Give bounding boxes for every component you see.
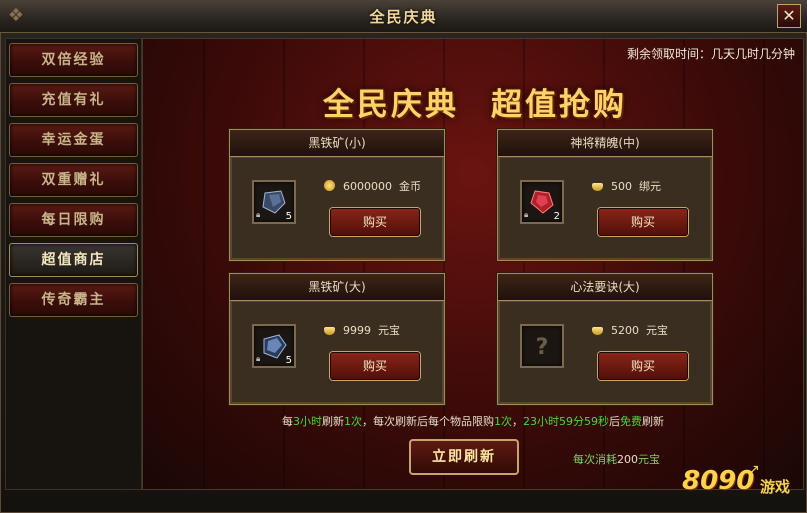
trend-arrow-icon: ↗ [748,462,760,478]
lock-icon: 🔒︎ [256,210,261,219]
item-price: 500 绑元 [592,178,661,194]
item-price: 9999 元宝 [324,322,400,338]
unknown-item-icon: ? [536,335,549,359]
countdown-text: 剩余领取时间：几天几时几分钟 [626,47,795,61]
shop-card: 神将精魄(中) 🔒︎ 2 500 绑元 购买 [497,129,713,261]
card-title: 心法要诀(大) [498,274,712,301]
bound-ingot-icon [592,183,603,191]
black-iron-ore-large-icon [263,334,287,359]
site-watermark-logo: 8090 ↗ 游戏 [682,462,791,496]
sidebar-item-daily-limit[interactable]: 每日限购 [9,203,138,237]
refresh-cost-text: 每次消耗200元宝 [573,453,660,466]
refresh-rule-text: 每3小时刷新1次，每次刷新后每个物品限购1次，23小时59分59秒后免费刷新 [282,415,664,428]
item-count: 2 [553,211,560,222]
buy-button[interactable]: 购买 [330,208,420,236]
sidebar-item-recharge-gift[interactable]: 充值有礼 [9,83,138,117]
gold-coin-icon [324,180,335,191]
ingot-icon [324,327,335,335]
buy-button[interactable]: 购买 [598,208,688,236]
lock-icon: 🔒︎ [524,210,529,219]
item-slot[interactable]: ? [520,324,564,368]
sidebar-item-legend-lord[interactable]: 传奇霸主 [9,283,138,317]
buy-button[interactable]: 购买 [598,352,688,380]
buy-button[interactable]: 购买 [330,352,420,380]
red-spirit-gem-icon [530,190,554,214]
card-title: 黑铁矿(大) [230,274,444,301]
card-title: 黑铁矿(小) [230,130,444,157]
shop-panel: 剩余领取时间：几天几时几分钟 全民庆典 超值抢购 黑铁矿(小) 🔒︎ 5 600… [142,38,804,490]
title-bar[interactable]: ❖ 全民庆典 ✕ [0,0,807,33]
item-slot[interactable]: 🔒︎ 5 [252,324,296,368]
banner-title-left: 全民庆典 [323,87,459,123]
ingot-icon [592,327,603,335]
window-title: 全民庆典 [369,8,438,26]
sidebar-item-value-shop[interactable]: 超值商店 [9,243,138,277]
event-window: ❖ 全民庆典 ✕ 双倍经验 充值有礼 幸运金蛋 双重赠礼 每日限购 超值商店 传… [0,0,807,513]
sidebar: 双倍经验 充值有礼 幸运金蛋 双重赠礼 每日限购 超值商店 传奇霸主 [5,38,142,490]
shop-card: 黑铁矿(大) 🔒︎ 5 9999 元宝 购买 [229,273,445,405]
item-slot[interactable]: 🔒︎ 5 [252,180,296,224]
item-count: 5 [285,211,292,222]
lock-icon: 🔒︎ [256,354,261,363]
shop-card: 黑铁矿(小) 🔒︎ 5 6000000 金币 购买 [229,129,445,261]
item-count: 5 [285,355,292,366]
sidebar-item-lucky-egg[interactable]: 幸运金蛋 [9,123,138,157]
item-price: 5200 元宝 [592,322,668,338]
shop-card: 心法要诀(大) ? 5200 元宝 购买 [497,273,713,405]
refresh-now-button[interactable]: 立即刷新 [409,439,519,475]
black-iron-ore-icon [262,190,286,214]
card-title: 神将精魄(中) [498,130,712,157]
svg-text:?: ? [536,335,549,359]
sidebar-item-double-exp[interactable]: 双倍经验 [9,43,138,77]
item-price: 6000000 金币 [324,178,421,194]
item-slot[interactable]: 🔒︎ 2 [520,180,564,224]
close-button[interactable]: ✕ [777,4,801,28]
sidebar-item-double-gift[interactable]: 双重赠礼 [9,163,138,197]
banner-title-right: 超值抢购 [491,87,627,123]
